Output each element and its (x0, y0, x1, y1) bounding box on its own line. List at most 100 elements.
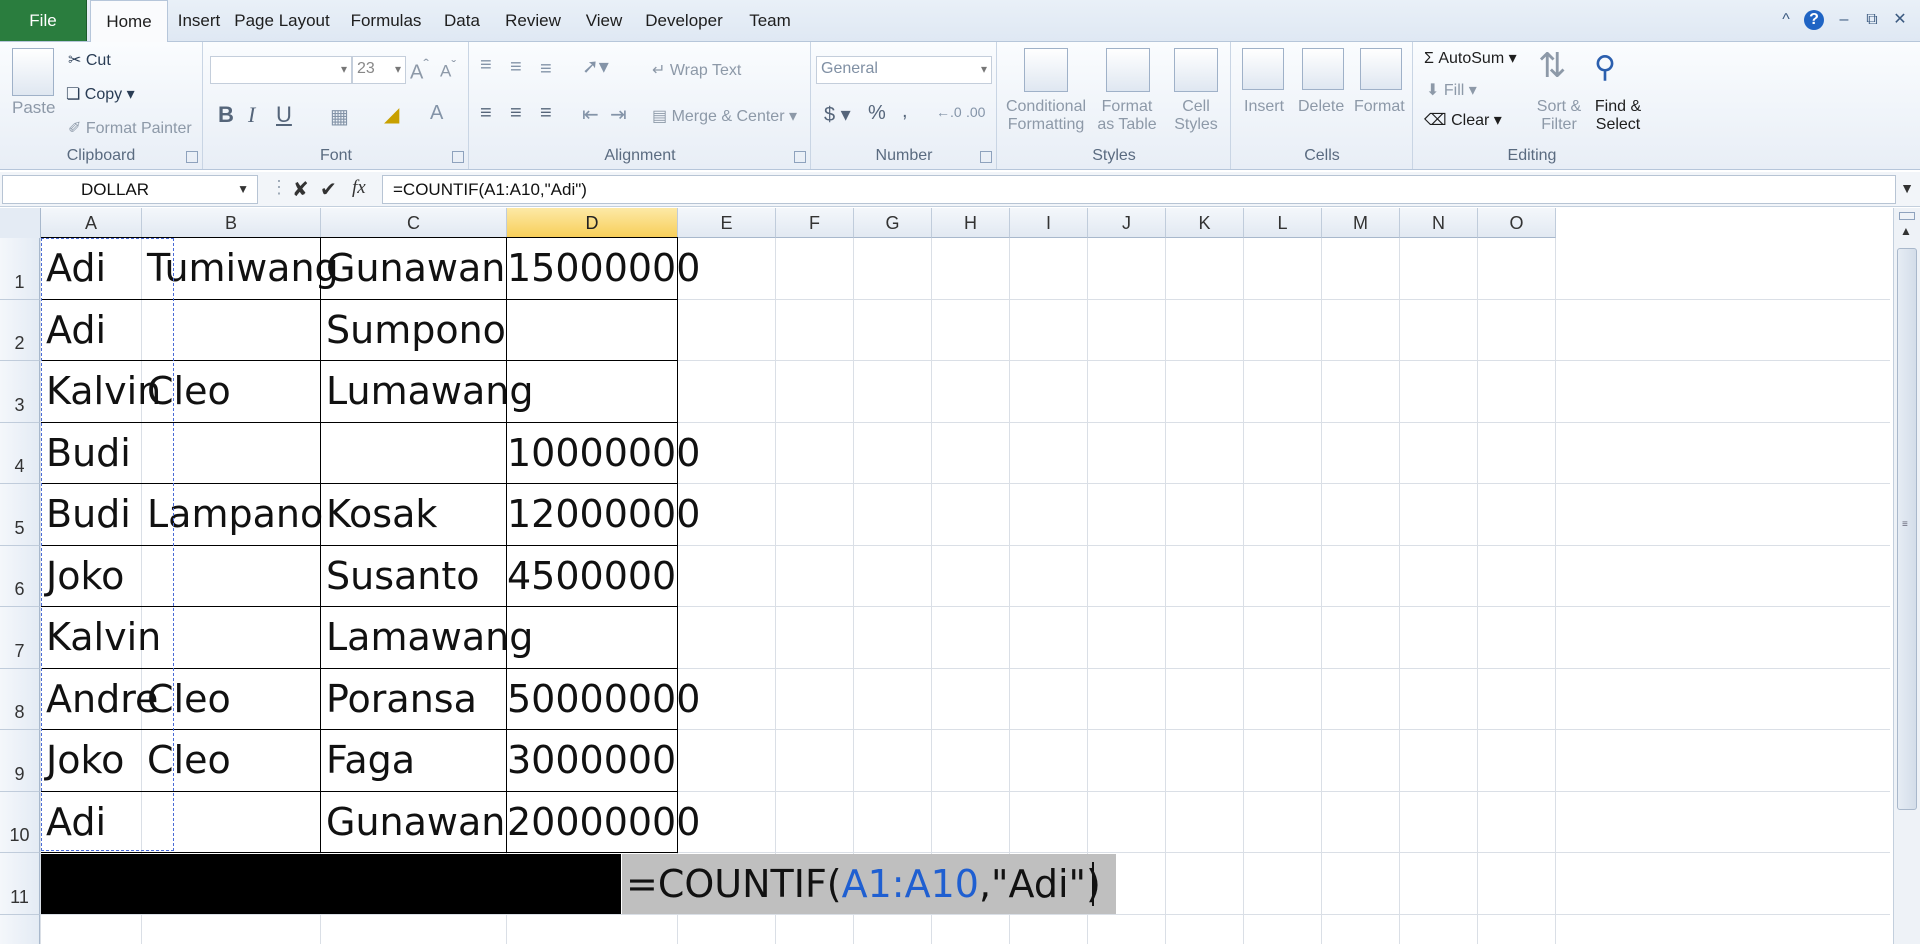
row-header-8[interactable]: 8 (0, 668, 40, 730)
cell-c2[interactable]: Sumpono (326, 300, 506, 361)
window-close-icon[interactable]: ✕ (1890, 10, 1910, 30)
orientation-icon[interactable]: ➚▾ (582, 54, 609, 79)
increase-indent-icon[interactable]: ⇥ (610, 102, 627, 127)
window-restore-icon[interactable]: ⧉ (1862, 10, 1882, 30)
conditional-formatting-button[interactable]: Conditional Formatting (1004, 98, 1088, 134)
cell-c9[interactable]: Faga (326, 730, 415, 791)
tab-page-layout[interactable]: Page Layout (232, 0, 332, 41)
split-handle[interactable] (1899, 212, 1915, 220)
scroll-up-icon[interactable]: ▲ (1900, 224, 1912, 238)
format-painter-button[interactable]: ✐ Format Painter (68, 118, 192, 138)
expand-formula-bar-icon[interactable]: ▼ (1900, 180, 1914, 196)
paste-icon[interactable] (12, 48, 54, 96)
cell-d10[interactable]: 20000000 (507, 792, 700, 853)
column-header-c[interactable]: C (321, 208, 507, 238)
chevron-down-icon[interactable]: ▼ (237, 182, 249, 196)
cell-c6[interactable]: Susanto (326, 546, 480, 607)
alignment-launcher-icon[interactable] (794, 151, 806, 163)
row-header-2[interactable]: 2 (0, 299, 40, 361)
align-bottom-icon[interactable]: ≡ (540, 58, 552, 81)
column-header-f[interactable]: F (776, 208, 854, 238)
active-cell-d11[interactable]: =COUNTIF(A1:A10,"Adi") (622, 854, 1116, 914)
merge-center-button[interactable]: ▤ Merge & Center ▾ (652, 106, 797, 126)
tab-review[interactable]: Review (498, 0, 568, 41)
delete-cells-icon[interactable] (1302, 48, 1344, 90)
row-header-4[interactable]: 4 (0, 422, 40, 484)
tab-file[interactable]: File (0, 0, 87, 41)
tab-insert[interactable]: Insert (168, 0, 230, 41)
column-header-k[interactable]: K (1166, 208, 1244, 238)
sort-filter-icon[interactable]: ⇅ (1538, 46, 1567, 86)
column-header-d[interactable]: D (507, 208, 678, 238)
worksheet-grid[interactable]: ABCDEFGHIJKLMNO 123456789101112 AdiAdiKa… (0, 208, 1892, 944)
cell-c8[interactable]: Poransa (326, 669, 477, 730)
fill-button[interactable]: ⬇ Fill ▾ (1426, 80, 1477, 100)
window-minimize-icon[interactable]: – (1834, 10, 1854, 30)
cut-button[interactable]: ✂ Cut (68, 50, 111, 70)
row-header-3[interactable]: 3 (0, 361, 40, 423)
cell-d6[interactable]: 4500000 (507, 546, 676, 607)
minimize-ribbon-icon[interactable]: ^ (1776, 10, 1796, 30)
align-middle-icon[interactable]: ≡ (510, 56, 522, 79)
cell-c3[interactable]: Lumawang (326, 361, 533, 422)
increase-decimal-icon[interactable]: ←.0 (936, 104, 962, 120)
conditional-formatting-icon[interactable] (1024, 48, 1068, 92)
tab-view[interactable]: View (578, 0, 630, 41)
insert-cells-icon[interactable] (1242, 48, 1284, 90)
cell-d5[interactable]: 12000000 (507, 484, 700, 545)
column-header-g[interactable]: G (854, 208, 932, 238)
insert-cells-button[interactable]: Insert (1244, 98, 1284, 116)
tab-data[interactable]: Data (436, 0, 488, 41)
name-box[interactable]: DOLLAR ▼ (2, 175, 258, 204)
cell-d1[interactable]: 15000000 (507, 238, 700, 299)
help-icon[interactable]: ? (1804, 10, 1824, 30)
borders-icon[interactable]: ▦ (330, 104, 349, 129)
cell-styles-icon[interactable] (1174, 48, 1218, 92)
cell-d8[interactable]: 50000000 (507, 669, 700, 730)
tab-formulas[interactable]: Formulas (344, 0, 428, 41)
align-left-icon[interactable]: ≡ (480, 102, 492, 125)
autosum-button[interactable]: Σ AutoSum ▾ (1424, 48, 1517, 68)
decrease-decimal-icon[interactable]: .00 (966, 104, 985, 120)
select-all-corner[interactable] (0, 208, 41, 239)
cell-b1[interactable]: Tumiwang (147, 238, 339, 299)
decrease-indent-icon[interactable]: ⇤ (582, 102, 599, 127)
font-launcher-icon[interactable] (452, 151, 464, 163)
comma-icon[interactable]: , (902, 100, 908, 123)
font-color-icon[interactable]: A (430, 102, 443, 125)
bold-icon[interactable]: B (218, 102, 234, 128)
percent-icon[interactable]: % (868, 102, 886, 125)
column-header-o[interactable]: O (1478, 208, 1556, 238)
column-header-e[interactable]: E (678, 208, 776, 238)
column-header-j[interactable]: J (1088, 208, 1166, 238)
find-select-button[interactable]: Find & Select (1588, 98, 1648, 134)
align-center-icon[interactable]: ≡ (510, 102, 522, 125)
row-header-9[interactable]: 9 (0, 730, 40, 792)
sort-filter-button[interactable]: Sort & Filter (1530, 98, 1588, 134)
binoculars-icon[interactable]: ⚲ (1594, 50, 1616, 85)
format-as-table-icon[interactable] (1106, 48, 1150, 92)
cell-d4[interactable]: 10000000 (507, 423, 700, 484)
clipboard-launcher-icon[interactable] (186, 151, 198, 163)
column-header-l[interactable]: L (1244, 208, 1322, 238)
font-name-select[interactable]: ▾ (210, 56, 352, 84)
vertical-scrollbar[interactable]: ▲ ≡ (1893, 208, 1920, 944)
cell-c5[interactable]: Kosak (326, 484, 437, 545)
number-format-select[interactable]: General ▾ (816, 56, 992, 84)
italic-icon[interactable]: I (248, 102, 255, 128)
row-header-6[interactable]: 6 (0, 545, 40, 607)
align-top-icon[interactable]: ≡ (480, 54, 492, 77)
scroll-thumb[interactable]: ≡ (1897, 248, 1917, 810)
cell-c10[interactable]: Gunawan (326, 792, 505, 853)
grow-font-icon[interactable]: Aˆ (410, 56, 429, 85)
font-size-select[interactable]: 23 ▾ (352, 56, 406, 84)
filled-range-row-11[interactable] (41, 854, 621, 914)
enter-icon[interactable]: ✔ (320, 177, 337, 202)
shrink-font-icon[interactable]: Aˇ (440, 58, 456, 82)
row-header-5[interactable]: 5 (0, 484, 40, 546)
number-launcher-icon[interactable] (980, 151, 992, 163)
cell-d9[interactable]: 3000000 (507, 730, 676, 791)
column-header-n[interactable]: N (1400, 208, 1478, 238)
column-header-m[interactable]: M (1322, 208, 1400, 238)
tab-developer[interactable]: Developer (638, 0, 730, 41)
